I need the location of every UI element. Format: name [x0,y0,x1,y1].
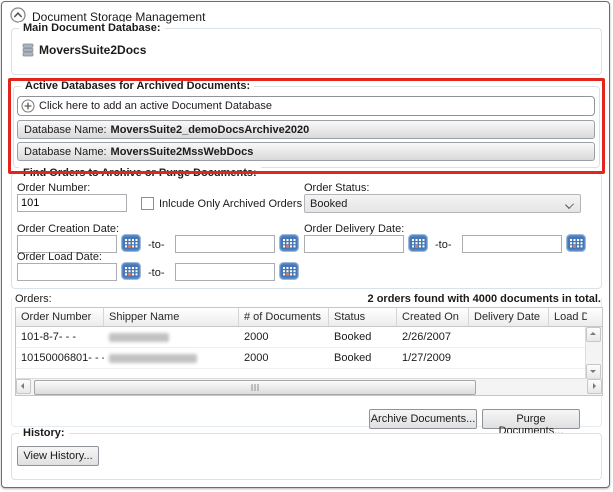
column-header-documents[interactable]: # of Documents [239,308,329,326]
cell-documents: 2000 [239,348,329,368]
collapse-button[interactable] [10,7,26,23]
redacted-shipper-name [109,333,169,342]
scroll-up-button[interactable] [586,327,601,342]
cell-order-number: 101-8-7- - - [16,327,104,347]
redacted-shipper-name [109,354,197,363]
add-database-button[interactable]: Click here to add an active Document Dat… [17,96,595,116]
range-separator: -to- [435,239,452,251]
cell-status: Booked [329,348,397,368]
database-name-prefix: Database Name: [24,124,107,136]
include-archived-checkbox[interactable] [141,197,154,210]
column-header-shipper-name[interactable]: Shipper Name [104,308,239,326]
order-status-dropdown[interactable]: Booked [304,194,581,213]
document-storage-management-panel: Document Storage Management Main Documen… [1,1,610,488]
orders-table-header: Order Number Shipper Name # of Documents… [16,308,602,327]
load-date-to-input[interactable] [175,263,275,281]
triangle-left-icon [18,383,24,389]
column-header-status[interactable]: Status [329,308,397,326]
column-header-created-on[interactable]: Created On [397,308,469,326]
scroll-left-button[interactable] [16,379,31,394]
table-row[interactable]: 101-8-7- - - 2000 Booked 2/26/2007 [16,327,602,348]
column-header-order-number[interactable]: Order Number [16,308,104,326]
calendar-icon[interactable] [566,234,586,252]
database-name-prefix: Database Name: [24,146,107,158]
load-date-from-input[interactable] [17,263,117,281]
order-status-value: Booked [310,198,347,210]
order-number-input[interactable] [17,194,127,212]
column-header-load-date[interactable]: Load Date [549,308,587,326]
creation-date-to-input[interactable] [175,235,275,253]
scrollbar-thumb[interactable] [34,380,476,395]
cell-shipper-name [104,348,239,368]
add-database-label: Click here to add an active Document Dat… [39,100,272,112]
load-date-label: Order Load Date: [17,251,102,263]
cell-documents: 2000 [239,327,329,347]
grip-icon [252,384,259,391]
database-icon [21,43,35,60]
cell-load-date [549,327,587,347]
purge-documents-button[interactable]: Purge Documents... [482,409,580,429]
order-status-label: Order Status: [304,182,369,194]
cell-order-number: 10150006801- - - [16,348,104,368]
archived-database-item[interactable]: Database Name: MoversSuite2MssWebDocs [17,142,595,161]
cell-delivery-date [469,327,549,347]
database-name-value: MoversSuite2_demoDocsArchive2020 [111,124,310,136]
archived-database-item[interactable]: Database Name: MoversSuite2_demoDocsArch… [17,120,595,139]
history-groupbox [11,433,602,480]
range-separator: -to- [148,239,165,251]
vertical-scrollbar[interactable] [585,327,602,379]
archive-documents-button[interactable]: Archive Documents... [369,409,477,429]
find-orders-label: Find Orders to Archive or Purge Document… [19,167,261,179]
cell-load-date [549,348,587,368]
scroll-right-button[interactable] [587,379,602,394]
calendar-icon[interactable] [279,234,299,252]
plus-icon [21,99,35,113]
horizontal-scrollbar[interactable] [16,378,602,395]
delivery-date-to-input[interactable] [462,235,562,253]
creation-date-label: Order Creation Date: [17,223,119,235]
calendar-icon[interactable] [121,262,141,280]
triangle-right-icon [593,383,599,389]
cell-created-on: 1/27/2009 [397,348,469,368]
orders-summary: 2 orders found with 4000 documents in to… [365,293,601,305]
calendar-icon[interactable] [121,234,141,252]
chevron-up-icon [10,7,26,23]
include-archived-label: Inlcude Only Archived Orders [159,198,302,210]
column-header-delivery-date[interactable]: Delivery Date [469,308,549,326]
main-database-name: MoversSuite2Docs [39,43,146,57]
orders-label: Orders: [15,293,55,305]
scroll-down-button[interactable] [586,364,601,379]
orders-table: Order Number Shipper Name # of Documents… [15,307,603,396]
delivery-date-label: Order Delivery Date: [304,223,404,235]
view-history-button[interactable]: View History... [17,446,99,466]
calendar-icon[interactable] [279,262,299,280]
triangle-up-icon [590,329,596,335]
cell-shipper-name [104,327,239,347]
cell-status: Booked [329,327,397,347]
cell-created-on: 2/26/2007 [397,327,469,347]
chevron-down-icon [565,200,574,209]
triangle-down-icon [590,370,596,376]
database-name-value: MoversSuite2MssWebDocs [111,146,254,158]
history-label: History: [19,427,69,439]
delivery-date-from-input[interactable] [304,235,404,253]
range-separator: -to- [148,267,165,279]
calendar-icon[interactable] [408,234,428,252]
table-row[interactable]: 10150006801- - - 2000 Booked 1/27/2009 [16,348,602,369]
cell-delivery-date [469,348,549,368]
main-database-label: Main Document Database: [19,22,165,34]
order-number-label: Order Number: [17,182,90,194]
archived-databases-label: Active Databases for Archived Documents: [21,80,254,92]
